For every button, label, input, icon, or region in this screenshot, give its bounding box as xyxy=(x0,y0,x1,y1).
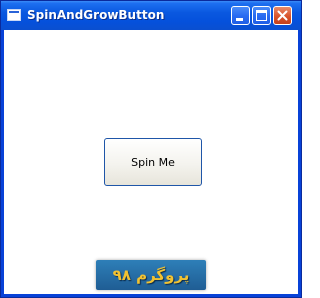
app-window: SpinAndGrowButton Spin Me پروگرم ۹۸ xyxy=(0,0,302,298)
window-app-icon[interactable] xyxy=(7,9,21,21)
watermark-logo: پروگرم ۹۸ xyxy=(96,260,206,290)
watermark-text: پروگرم ۹۸ xyxy=(112,266,190,284)
maximize-button[interactable] xyxy=(252,6,271,25)
window-title: SpinAndGrowButton xyxy=(27,8,165,22)
title-bar[interactable]: SpinAndGrowButton xyxy=(1,1,301,30)
window-client-area: Spin Me پروگرم ۹۸ xyxy=(4,30,298,294)
minimize-button[interactable] xyxy=(231,6,250,25)
spin-me-button[interactable]: Spin Me xyxy=(104,138,202,186)
close-button[interactable] xyxy=(273,6,292,25)
close-icon xyxy=(277,10,288,21)
